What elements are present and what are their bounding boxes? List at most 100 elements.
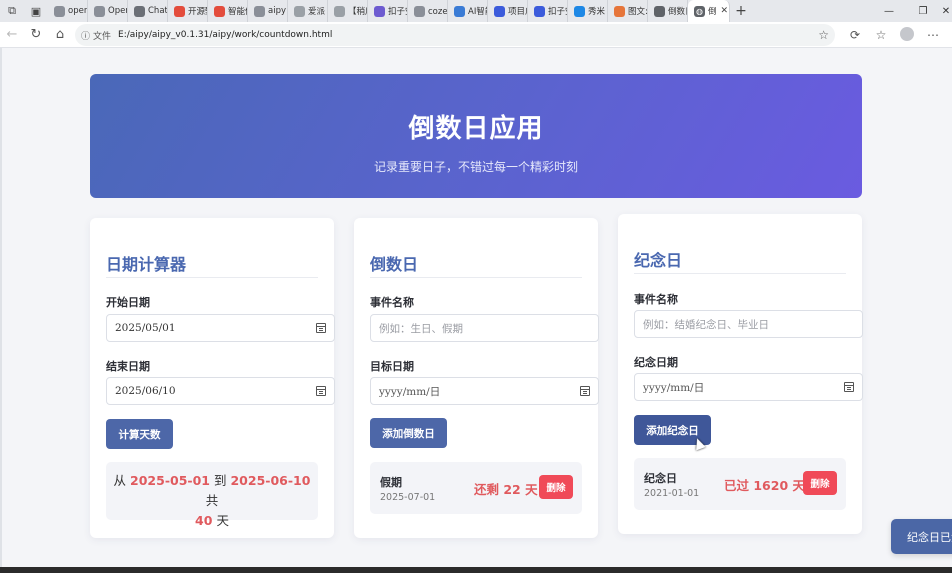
tab-favicon-icon <box>374 5 385 17</box>
new-tab-button[interactable]: + <box>730 3 752 19</box>
calendar-icon[interactable] <box>316 323 326 333</box>
window-controls: — ❐ ✕ <box>872 0 952 22</box>
extensions-icon[interactable]: ⟳ <box>842 28 868 42</box>
tab-favicon-icon <box>294 5 305 17</box>
divider <box>370 277 582 278</box>
calendar-icon[interactable] <box>844 382 854 392</box>
end-date-input[interactable]: 2025/06/10 <box>106 377 335 405</box>
tab-favicon-icon <box>414 5 425 17</box>
copilot-icon[interactable] <box>946 27 952 44</box>
tab-favicon-icon <box>574 5 585 17</box>
add-countdown-button[interactable]: 添加倒数日 <box>370 418 447 448</box>
calculate-days-button[interactable]: 计算天数 <box>106 419 173 449</box>
home-icon[interactable]: ⌂ <box>48 27 72 42</box>
url-text: E:/aipy/aipy_v0.1.31/aipy/work/countdown… <box>118 30 333 40</box>
tab-label: Open/ <box>108 6 127 16</box>
event-name: 假期 <box>380 476 402 489</box>
tab-label: 爱派 <box>308 7 326 17</box>
tab-favicon-icon <box>54 5 65 17</box>
tab-active[interactable]: ◍ 倒 ✕ <box>688 0 730 22</box>
browser-tab[interactable]: 扣子空 <box>368 0 408 22</box>
browser-tab[interactable]: ChatG <box>128 0 168 22</box>
start-date-label: 开始日期 <box>106 296 150 309</box>
browser-tab[interactable]: 【稍后 <box>328 0 368 22</box>
tab-label: ChatG <box>148 6 168 16</box>
browser-tab[interactable]: AI智能 <box>448 0 488 22</box>
minimize-icon[interactable]: — <box>872 6 906 17</box>
browser-tab[interactable]: 秀米 <box>568 0 608 22</box>
page-subtitle: 记录重要日子，不错过每一个精彩时刻 <box>373 160 578 174</box>
anniversary-date-input[interactable]: yyyy/mm/日 <box>634 373 863 401</box>
restore-icon[interactable]: ❐ <box>906 6 940 17</box>
more-icon[interactable]: ⋯ <box>920 28 946 42</box>
delete-button[interactable]: 删除 <box>803 471 837 495</box>
event-name-label: 事件名称 <box>634 293 678 306</box>
event-name-label: 事件名称 <box>370 296 414 309</box>
browser-tab[interactable]: aipy <box>248 0 288 22</box>
browser-tab[interactable]: Open/ <box>88 0 128 22</box>
calculator-title: 日期计算器 <box>106 255 187 274</box>
target-date-label: 目标日期 <box>370 360 414 373</box>
browser-tab[interactable]: opena <box>48 0 88 22</box>
tab-label: 项目启 <box>508 7 527 17</box>
target-date-input[interactable]: yyyy/mm/日 <box>370 377 599 405</box>
event-name-input[interactable]: 例如：生日、假期 <box>370 314 599 342</box>
hero-banner: 倒数日应用 记录重要日子，不错过每一个精彩时刻 <box>90 74 862 198</box>
browser-tab[interactable]: coze工 <box>408 0 448 22</box>
toolbar-right: ⟳ ☆ ⋯ <box>842 22 952 48</box>
tab-label: 秀米 <box>588 7 606 17</box>
tab-label: AI智能 <box>468 7 487 17</box>
back-icon[interactable]: ← <box>0 27 24 42</box>
taskbar-edge <box>0 567 952 573</box>
browser-tab[interactable]: 倒数日 <box>648 0 688 22</box>
calendar-icon[interactable] <box>316 386 326 396</box>
browser-tab[interactable]: 项目启 <box>488 0 528 22</box>
close-window-icon[interactable]: ✕ <box>940 6 952 17</box>
favorite-star-icon[interactable]: ☆ <box>818 28 829 42</box>
favorites-icon[interactable]: ☆ <box>868 28 894 42</box>
tab-label: opena <box>68 6 87 16</box>
tab-favicon-icon <box>494 5 505 17</box>
anniversary-date-label: 纪念日期 <box>634 356 678 369</box>
anniversary-item: 纪念日 2021-01-01 已过 1620 天 删除 <box>634 458 846 510</box>
workspaces-icon[interactable]: ⧉ <box>0 0 24 22</box>
divider <box>106 277 318 278</box>
tab-favicon-icon <box>654 5 665 17</box>
browser-tab[interactable]: 智能体 <box>208 0 248 22</box>
start-date-input[interactable]: 2025/05/01 <box>106 314 335 342</box>
delete-button[interactable]: 删除 <box>539 475 573 499</box>
tab-favicon-icon <box>94 5 105 17</box>
tab-label: 扣子空 <box>548 7 567 17</box>
tab-label: 智能体 <box>228 7 247 17</box>
countdown-title: 倒数日 <box>370 255 419 274</box>
calculation-result: 从 2025-05-01 到 2025-06-10 共 40 天 <box>106 462 318 528</box>
profile-avatar[interactable] <box>894 26 920 44</box>
tab-strip: ⧉ ▣ opena Open/ChatG 开源甄 智能体 aipy 爱派 【稍后 扣子空 coz… <box>0 0 952 22</box>
reload-icon[interactable]: ↻ <box>24 27 48 42</box>
browser-tab[interactable]: 图文: <box>608 0 648 22</box>
countdown-card: 倒数日 事件名称 例如：生日、假期 目标日期 yyyy/mm/日 添加倒数日 假… <box>354 218 599 538</box>
page-title: 倒数日应用 <box>408 114 544 144</box>
tab-favicon-icon <box>174 5 185 17</box>
tab-label: 【稍后 <box>348 7 367 17</box>
tab-actions-icon[interactable]: ▣ <box>24 0 48 22</box>
tab-favicon-icon <box>334 5 345 17</box>
tab-favicon-icon <box>534 5 545 17</box>
address-bar[interactable]: ⓘ 文件 E:/aipy/aipy_v0.1.31/aipy/work/coun… <box>75 24 835 46</box>
close-tab-icon[interactable]: ✕ <box>721 6 729 16</box>
tab-label: 倒数日 <box>668 7 687 17</box>
event-name-input[interactable]: 例如：结婚纪念日、毕业日 <box>634 310 863 338</box>
event-date: 2025-07-01 <box>380 492 436 503</box>
tab-label: aipy <box>268 6 286 16</box>
info-icon[interactable]: ⓘ <box>81 29 90 42</box>
tab-favicon-icon <box>214 5 225 17</box>
browser-tab[interactable]: 扣子空 <box>528 0 568 22</box>
browser-tab[interactable]: 爱派 <box>288 0 328 22</box>
tab-label: 图文: <box>628 7 648 17</box>
browser-tab[interactable]: 开源甄 <box>168 0 208 22</box>
toast-notification: 纪念日已添 <box>891 519 952 554</box>
globe-icon: ◍ <box>694 5 705 17</box>
calendar-icon[interactable] <box>580 386 590 396</box>
event-date: 2021-01-01 <box>644 488 700 499</box>
anniversary-card: 纪念日 事件名称 例如：结婚纪念日、毕业日 纪念日期 yyyy/mm/日 添加纪… <box>618 214 863 534</box>
